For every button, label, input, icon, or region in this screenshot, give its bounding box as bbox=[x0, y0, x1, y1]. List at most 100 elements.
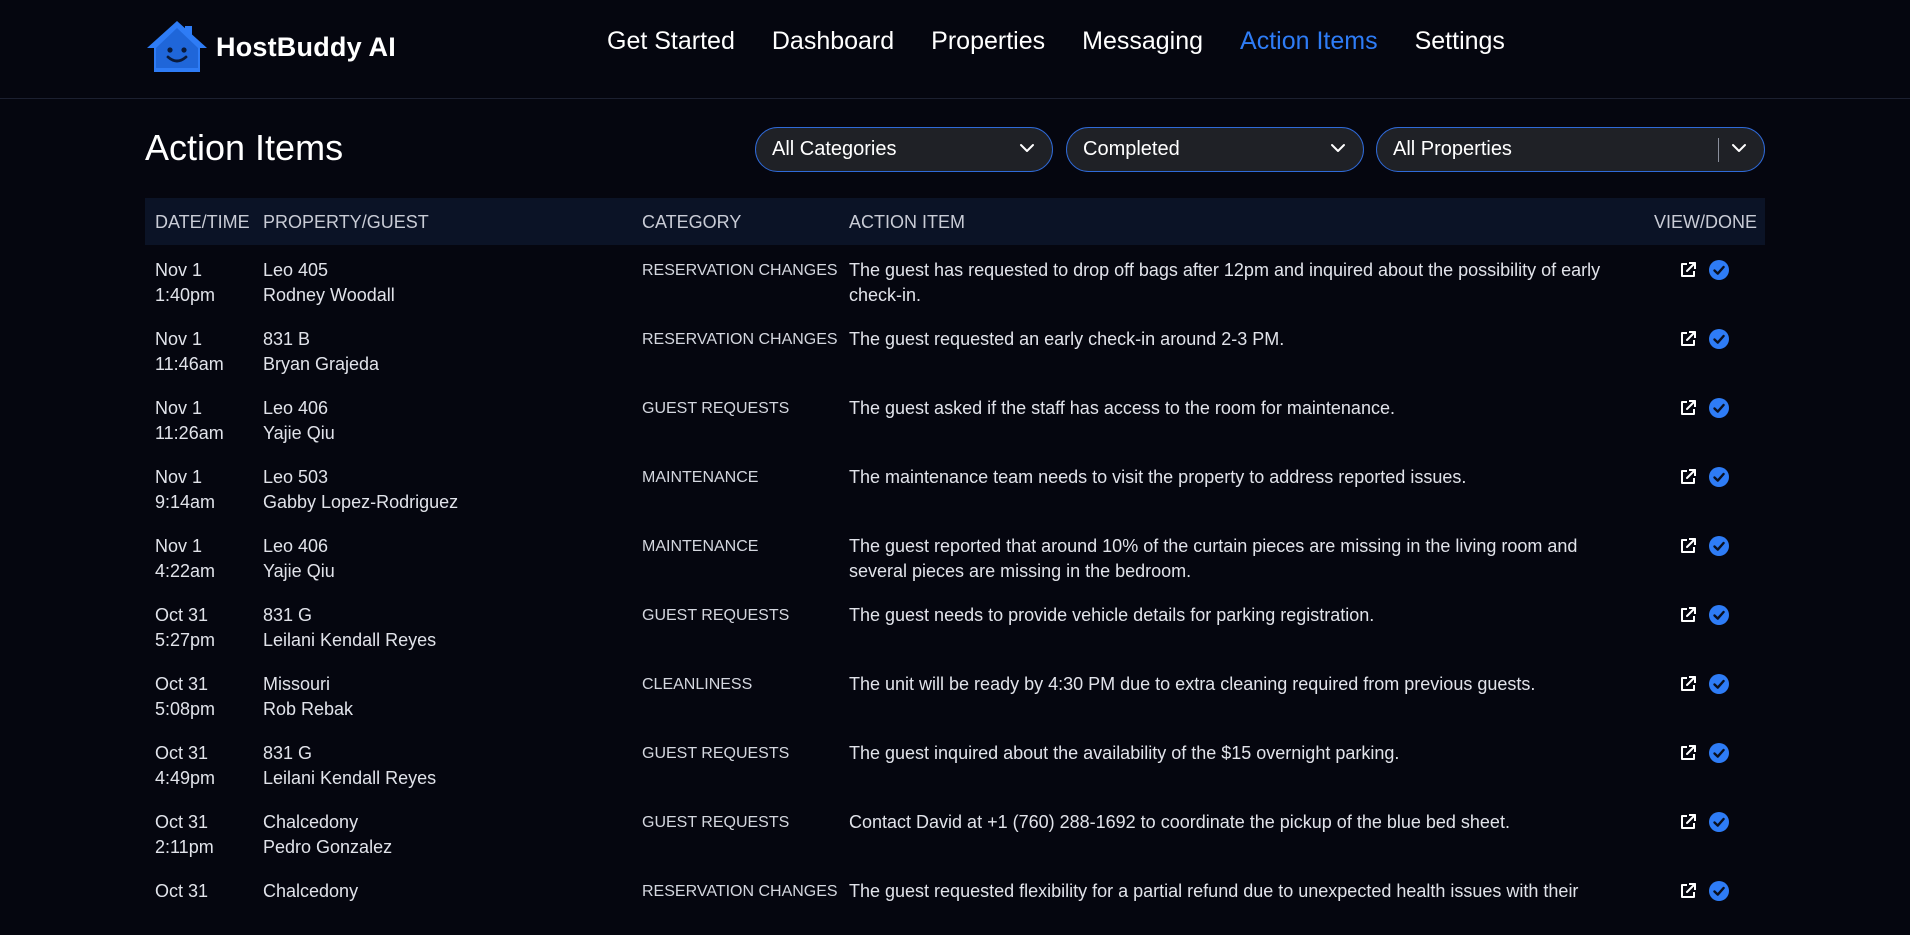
external-link-icon[interactable] bbox=[1678, 812, 1698, 832]
check-circle-icon[interactable] bbox=[1708, 328, 1730, 350]
house-smiley-logo-icon bbox=[147, 21, 207, 72]
row-actions bbox=[1678, 328, 1730, 350]
property-name: Leo 503 bbox=[263, 467, 329, 487]
table-body: Nov 1 1:40pm Leo 405 Rodney Woodall RESE… bbox=[145, 245, 1765, 935]
row-actions bbox=[1678, 880, 1730, 902]
check-circle-icon[interactable] bbox=[1708, 397, 1730, 419]
guest-name: Gabby Lopez-Rodriguez bbox=[263, 492, 459, 512]
nav-settings[interactable]: Settings bbox=[1415, 27, 1505, 56]
external-link-icon[interactable] bbox=[1678, 329, 1698, 349]
row-actions bbox=[1678, 397, 1730, 419]
app-logo[interactable]: HostBuddy AI bbox=[144, 18, 396, 76]
date-text: Nov 1 bbox=[155, 329, 203, 349]
datetime-cell: Oct 31 5:27pm bbox=[155, 603, 255, 653]
date-text: Nov 1 bbox=[155, 260, 203, 280]
action-item-text: The guest inquired about the availabilit… bbox=[849, 743, 1400, 763]
category-label: GUEST REQUESTS bbox=[642, 400, 790, 417]
property-guest-cell: 831 B Bryan Grajeda bbox=[263, 327, 623, 377]
property-guest-cell: 831 G Leilani Kendall Reyes bbox=[263, 741, 623, 791]
action-item-text: Contact David at +1 (760) 288-1692 to co… bbox=[849, 812, 1510, 832]
row-actions bbox=[1678, 604, 1730, 626]
row-actions bbox=[1678, 535, 1730, 557]
time-text: 9:14am bbox=[155, 492, 216, 512]
datetime-cell: Oct 31 2:11pm bbox=[155, 810, 255, 860]
external-link-icon[interactable] bbox=[1678, 743, 1698, 763]
chevron-down-icon bbox=[1732, 144, 1746, 152]
time-text: 11:26am bbox=[155, 423, 224, 443]
property-guest-cell: Chalcedony bbox=[263, 879, 623, 904]
property-name: Leo 405 bbox=[263, 260, 329, 280]
check-circle-icon[interactable] bbox=[1708, 880, 1730, 902]
property-name: Leo 406 bbox=[263, 398, 329, 418]
category-label: MAINTENANCE bbox=[642, 538, 759, 555]
date-text: Oct 31 bbox=[155, 881, 209, 901]
nav-action-items[interactable]: Action Items bbox=[1240, 27, 1378, 56]
time-text: 5:27pm bbox=[155, 630, 216, 650]
main-nav: Get Started Dashboard Properties Messagi… bbox=[607, 27, 1505, 56]
check-circle-icon[interactable] bbox=[1708, 742, 1730, 764]
row-actions bbox=[1678, 742, 1730, 764]
nav-properties[interactable]: Properties bbox=[931, 27, 1045, 56]
table-row: Nov 1 9:14am Leo 503 Gabby Lopez-Rodrigu… bbox=[145, 452, 1765, 521]
guest-name: Rodney Woodall bbox=[263, 285, 395, 305]
status-filter-select[interactable]: Completed bbox=[1066, 127, 1364, 172]
table-row: Nov 1 1:40pm Leo 405 Rodney Woodall RESE… bbox=[145, 245, 1765, 314]
action-item-text: The guest requested flexibility for a pa… bbox=[849, 881, 1579, 901]
time-text: 1:40pm bbox=[155, 285, 216, 305]
chevron-down-icon bbox=[1020, 144, 1034, 152]
check-circle-icon[interactable] bbox=[1708, 811, 1730, 833]
property-filter-value: All Properties bbox=[1393, 138, 1512, 160]
status-filter-value: Completed bbox=[1083, 138, 1180, 160]
property-filter-select[interactable]: All Properties bbox=[1376, 127, 1765, 172]
action-item-text: The guest needs to provide vehicle detai… bbox=[849, 605, 1375, 625]
table-row: Oct 31 5:08pm Missouri Rob Rebak CLEANLI… bbox=[145, 659, 1765, 728]
table-header: DATE/TIME PROPERTY/GUEST CATEGORY ACTION… bbox=[145, 198, 1765, 245]
check-circle-icon[interactable] bbox=[1708, 535, 1730, 557]
check-circle-icon[interactable] bbox=[1708, 604, 1730, 626]
external-link-icon[interactable] bbox=[1678, 881, 1698, 901]
chevron-down-icon bbox=[1331, 144, 1345, 152]
date-text: Oct 31 bbox=[155, 674, 209, 694]
property-name: 831 G bbox=[263, 605, 313, 625]
nav-dashboard[interactable]: Dashboard bbox=[772, 27, 894, 56]
check-circle-icon[interactable] bbox=[1708, 259, 1730, 281]
datetime-cell: Nov 1 11:26am bbox=[155, 396, 255, 446]
check-circle-icon[interactable] bbox=[1708, 466, 1730, 488]
guest-name: Pedro Gonzalez bbox=[263, 837, 393, 857]
nav-get-started[interactable]: Get Started bbox=[607, 27, 735, 56]
guest-name: Bryan Grajeda bbox=[263, 354, 380, 374]
date-text: Oct 31 bbox=[155, 605, 209, 625]
category-label: RESERVATION CHANGES bbox=[642, 262, 838, 279]
action-item-text: The unit will be ready by 4:30 PM due to… bbox=[849, 674, 1536, 694]
external-link-icon[interactable] bbox=[1678, 467, 1698, 487]
external-link-icon[interactable] bbox=[1678, 536, 1698, 556]
category-label: GUEST REQUESTS bbox=[642, 607, 790, 624]
property-name: Chalcedony bbox=[263, 881, 359, 901]
guest-name: Yajie Qiu bbox=[263, 423, 335, 443]
table-row: Oct 31 2:11pm Chalcedony Pedro Gonzalez … bbox=[145, 797, 1765, 866]
row-actions bbox=[1678, 811, 1730, 833]
category-label: GUEST REQUESTS bbox=[642, 814, 790, 831]
datetime-cell: Oct 31 5:08pm bbox=[155, 672, 255, 722]
external-link-icon[interactable] bbox=[1678, 674, 1698, 694]
external-link-icon[interactable] bbox=[1678, 260, 1698, 280]
date-text: Oct 31 bbox=[155, 743, 209, 763]
action-item-text: The guest has requested to drop off bags… bbox=[849, 260, 1601, 305]
table-row: Oct 31 5:27pm 831 G Leilani Kendall Reye… bbox=[145, 590, 1765, 659]
date-text: Oct 31 bbox=[155, 812, 209, 832]
time-text: 4:22am bbox=[155, 561, 216, 581]
guest-name: Leilani Kendall Reyes bbox=[263, 630, 437, 650]
table-row: Oct 31 4:49pm 831 G Leilani Kendall Reye… bbox=[145, 728, 1765, 797]
time-text: 2:11pm bbox=[155, 837, 214, 857]
action-item-text: The guest reported that around 10% of th… bbox=[849, 536, 1578, 581]
header-category: CATEGORY bbox=[642, 212, 742, 232]
table-row: Nov 1 4:22am Leo 406 Yajie Qiu MAINTENAN… bbox=[145, 521, 1765, 590]
external-link-icon[interactable] bbox=[1678, 605, 1698, 625]
external-link-icon[interactable] bbox=[1678, 398, 1698, 418]
check-circle-icon[interactable] bbox=[1708, 673, 1730, 695]
category-filter-select[interactable]: All Categories bbox=[755, 127, 1053, 172]
property-guest-cell: Missouri Rob Rebak bbox=[263, 672, 623, 722]
table-row: Nov 1 11:46am 831 B Bryan Grajeda RESERV… bbox=[145, 314, 1765, 383]
nav-messaging[interactable]: Messaging bbox=[1082, 27, 1203, 56]
action-items-table: DATE/TIME PROPERTY/GUEST CATEGORY ACTION… bbox=[145, 198, 1765, 935]
